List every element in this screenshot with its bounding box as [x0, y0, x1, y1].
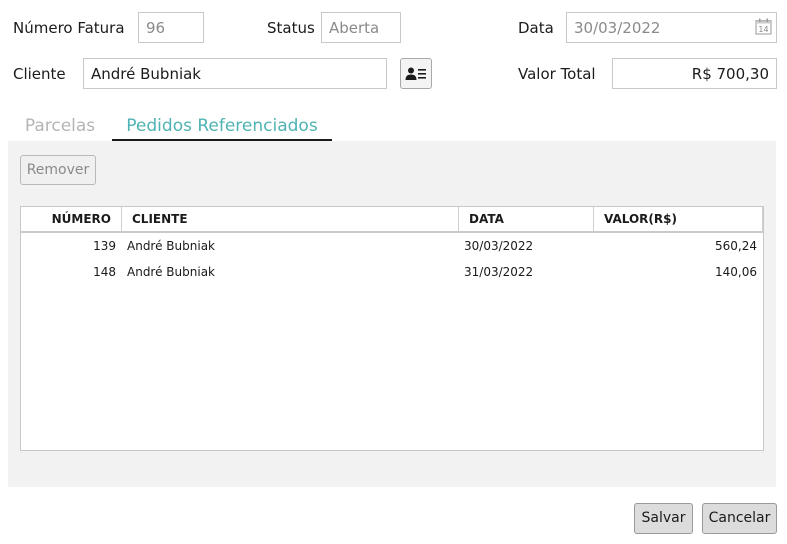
column-header-valor[interactable]: VALOR(R$) — [594, 207, 763, 231]
cell-valor: 140,06 — [715, 265, 757, 279]
cell-valor: 560,24 — [715, 239, 757, 253]
cell-cliente: André Bubniak — [127, 239, 215, 253]
cell-data: 30/03/2022 — [464, 239, 534, 253]
cliente-label: Cliente — [13, 65, 66, 83]
cancel-button[interactable]: Cancelar — [702, 503, 777, 534]
numero-fatura-field[interactable]: 96 — [138, 12, 204, 43]
valor-total-field[interactable]: R$ 700,30 — [612, 58, 777, 89]
cell-numero: 139 — [93, 239, 116, 253]
tab-parcelas[interactable]: Parcelas — [8, 115, 112, 141]
select-client-button[interactable] — [400, 58, 432, 89]
valor-total-label: Valor Total — [518, 65, 596, 83]
column-header-numero[interactable]: NÚMERO — [21, 207, 122, 231]
tab-pedidos-referenciados[interactable]: Pedidos Referenciados — [112, 115, 332, 141]
numero-fatura-label: Número Fatura — [13, 19, 125, 37]
remove-button[interactable]: Remover — [20, 155, 96, 185]
data-value: 30/03/2022 — [574, 19, 661, 37]
cliente-field[interactable]: André Bubniak — [83, 58, 387, 89]
calendar-day: 14 — [758, 25, 768, 34]
cell-numero: 148 — [93, 265, 116, 279]
cell-cliente: André Bubniak — [127, 265, 215, 279]
column-header-data[interactable]: DATA — [459, 207, 594, 231]
calendar-icon[interactable]: 14 — [755, 18, 772, 35]
status-label: Status — [267, 19, 315, 37]
column-header-cliente[interactable]: CLIENTE — [122, 207, 459, 231]
save-button[interactable]: Salvar — [634, 503, 693, 534]
contact-card-icon — [405, 67, 426, 80]
pedidos-grid: NÚMERO CLIENTE DATA VALOR(R$) 139 André … — [20, 206, 764, 451]
status-field[interactable]: Aberta — [321, 12, 401, 43]
cell-data: 31/03/2022 — [464, 265, 534, 279]
table-row[interactable]: 148 André Bubniak 31/03/2022 140,06 — [21, 259, 763, 285]
table-row[interactable]: 139 André Bubniak 30/03/2022 560,24 — [21, 233, 763, 259]
data-label: Data — [518, 19, 554, 37]
grid-header: NÚMERO CLIENTE DATA VALOR(R$) — [21, 207, 763, 233]
data-field[interactable]: 30/03/2022 — [566, 12, 777, 43]
